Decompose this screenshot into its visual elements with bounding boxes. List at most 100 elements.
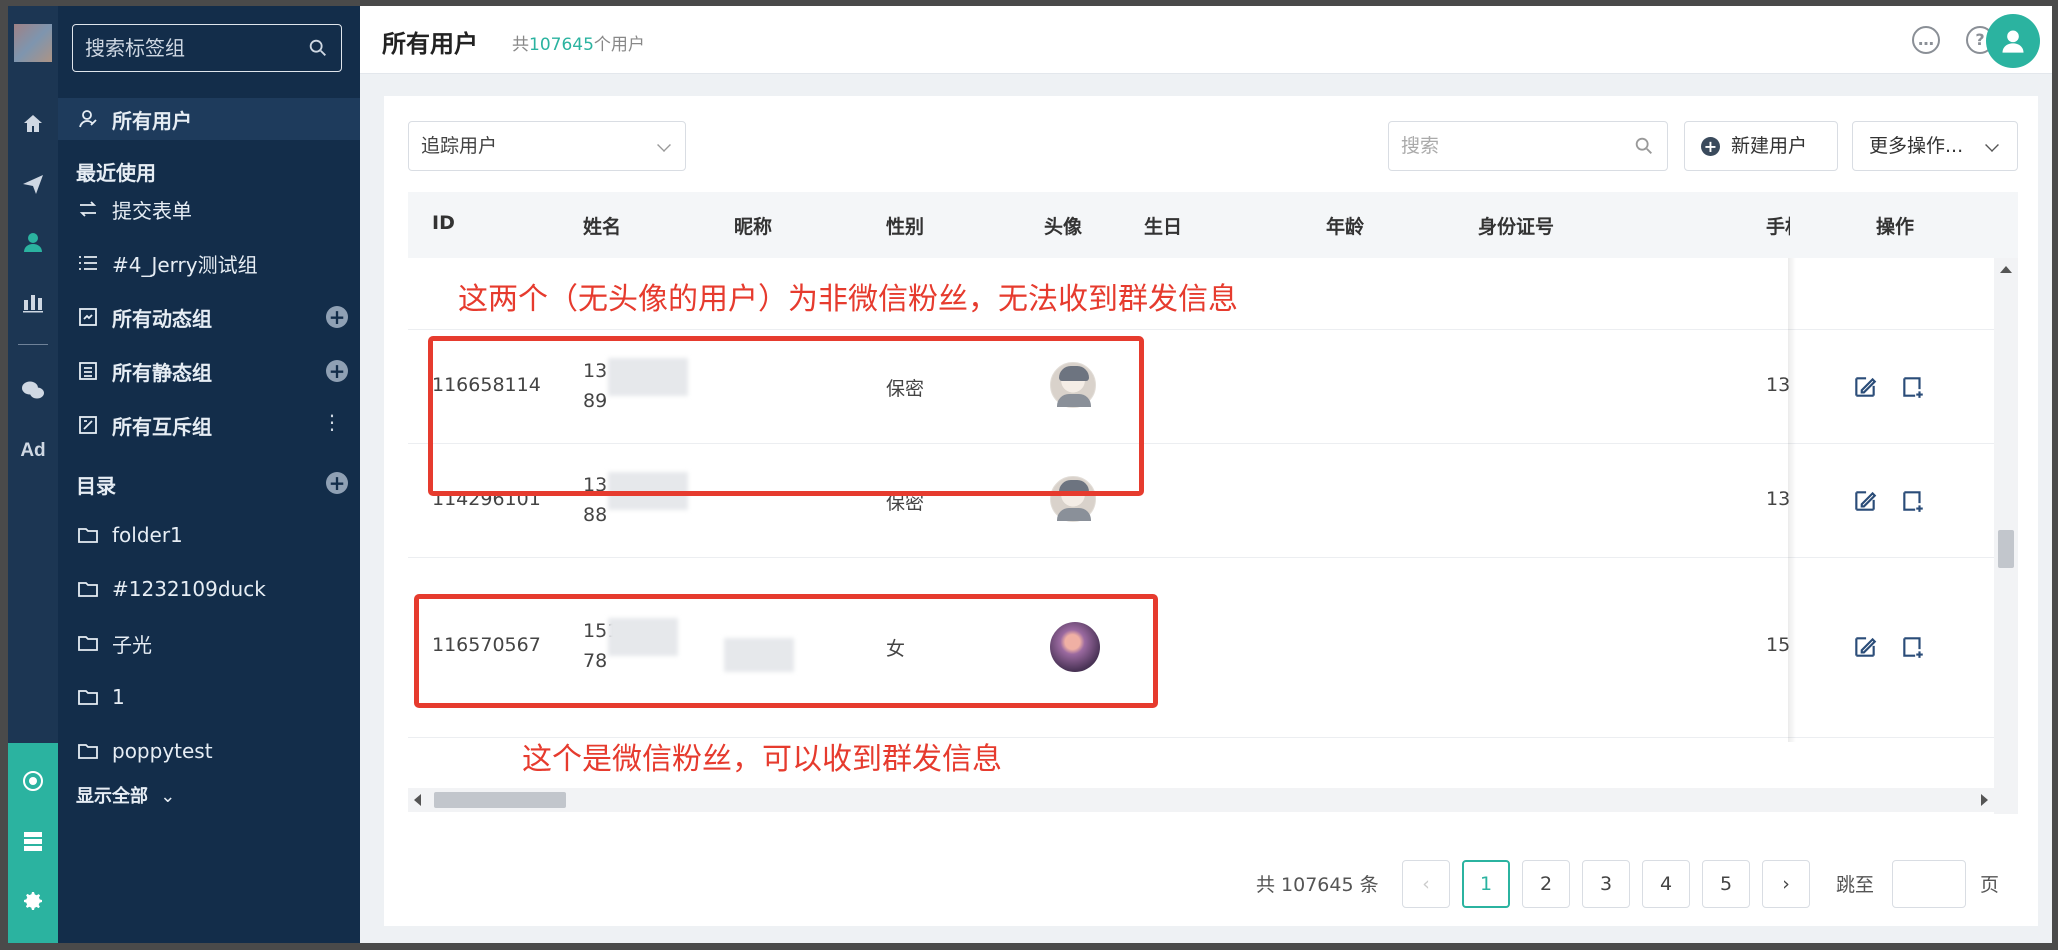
wechat-icon[interactable] bbox=[8, 370, 58, 410]
user-filter-select[interactable]: 追踪用户 bbox=[408, 121, 686, 171]
sidebar-item-all-users[interactable]: 所有用户 bbox=[58, 98, 360, 140]
scroll-thumb[interactable] bbox=[434, 792, 566, 808]
tag-group-search-input[interactable]: 搜索标签组 bbox=[72, 24, 342, 72]
edit-icon[interactable] bbox=[1852, 634, 1878, 660]
cell-name-line2: 88 bbox=[583, 504, 608, 526]
app-window: Ad 搜索标签组 所有用户 最近使用 提交表单 #4_Jerry测试组 所有动态… bbox=[8, 6, 2052, 943]
add-to-group-icon[interactable] bbox=[1900, 374, 1926, 400]
annotation-fan: 这个是微信粉丝，可以收到群发信息 bbox=[522, 742, 1002, 777]
more-actions-button[interactable]: 更多操作... bbox=[1852, 121, 2018, 171]
column-header-birthday[interactable]: 生日 bbox=[1144, 212, 1182, 239]
sidebar-item-label: #4_Jerry测试组 bbox=[112, 252, 258, 277]
column-header-gender[interactable]: 性别 bbox=[886, 212, 924, 239]
send-icon[interactable] bbox=[8, 164, 58, 204]
server-icon[interactable] bbox=[8, 821, 58, 861]
plus-circle-icon: + bbox=[1701, 137, 1720, 156]
sidebar-item-ziguang-folder[interactable]: 子光 bbox=[58, 622, 360, 664]
column-header-phone[interactable]: 手机 bbox=[1766, 212, 1790, 239]
page-button-5[interactable]: 5 bbox=[1702, 860, 1750, 908]
catalog-header: 目录 bbox=[76, 474, 116, 498]
column-header-avatar[interactable]: 头像 bbox=[1044, 212, 1082, 239]
add-dynamic-group-icon[interactable]: + bbox=[326, 306, 348, 328]
avatar[interactable] bbox=[1986, 14, 2040, 68]
column-header-nickname[interactable]: 昵称 bbox=[734, 212, 772, 239]
annotation-box-fan bbox=[414, 594, 1158, 708]
sidebar-item-folder-1[interactable]: 1 bbox=[58, 676, 360, 718]
select-value: 追踪用户 bbox=[421, 135, 498, 157]
column-header-age[interactable]: 年龄 bbox=[1326, 212, 1364, 239]
app-logo bbox=[14, 24, 52, 62]
user-avatar-icon bbox=[2002, 30, 2024, 53]
column-header-id-number[interactable]: 身份证号 bbox=[1478, 212, 1554, 239]
sidebar-item-submit-form[interactable]: 提交表单 bbox=[58, 188, 360, 230]
prev-page-button[interactable]: ‹ bbox=[1402, 860, 1450, 908]
chevron-down-icon: ⌄ bbox=[160, 786, 176, 807]
add-static-group-icon[interactable]: + bbox=[326, 360, 348, 382]
sidebar-item-label: 所有动态组 bbox=[112, 306, 212, 331]
search-input[interactable]: 搜索 bbox=[1388, 121, 1668, 171]
home-icon[interactable] bbox=[8, 104, 58, 144]
add-folder-icon[interactable]: + bbox=[326, 472, 348, 494]
page-button-2[interactable]: 2 bbox=[1522, 860, 1570, 908]
folder-icon bbox=[74, 575, 102, 603]
ad-icon[interactable]: Ad bbox=[8, 440, 58, 462]
scroll-left-icon[interactable] bbox=[414, 794, 421, 806]
page-suffix: 页 bbox=[1980, 874, 2000, 896]
column-header-id[interactable]: ID bbox=[432, 212, 455, 234]
fixed-column-divider bbox=[1788, 258, 1796, 742]
sidebar-item-label: 子光 bbox=[112, 632, 152, 657]
new-user-button[interactable]: + 新建用户 bbox=[1684, 121, 1838, 171]
sidebar-item-jerry-group[interactable]: #4_Jerry测试组 bbox=[58, 242, 360, 284]
column-header-name[interactable]: 姓名 bbox=[583, 212, 621, 239]
page-button-4[interactable]: 4 bbox=[1642, 860, 1690, 908]
edit-icon[interactable] bbox=[1852, 488, 1878, 514]
scroll-up-icon[interactable] bbox=[2000, 266, 2012, 273]
bar-chart-icon[interactable] bbox=[8, 282, 58, 322]
sidebar-item-label: 所有用户 bbox=[112, 108, 192, 133]
user-icon[interactable] bbox=[8, 222, 58, 262]
page-button-3[interactable]: 3 bbox=[1582, 860, 1630, 908]
sidebar-item-folder1[interactable]: folder1 bbox=[58, 514, 360, 556]
exclusive-group-icon bbox=[74, 411, 102, 439]
cell-phone: 132 bbox=[1766, 488, 1790, 510]
more-actions-label: 更多操作... bbox=[1869, 135, 1964, 157]
cell-phone: 132 bbox=[1766, 374, 1790, 396]
jump-page-input[interactable] bbox=[1892, 860, 1966, 908]
search-placeholder: 搜索标签组 bbox=[85, 36, 185, 60]
folder-icon bbox=[74, 629, 102, 657]
settings-gear-icon[interactable] bbox=[8, 881, 58, 921]
next-page-button[interactable]: › bbox=[1762, 860, 1810, 908]
main-panel: 追踪用户 搜索 + 新建用户 更多操作... ID 姓名 昵称 性别 头像 生日… bbox=[384, 96, 2038, 926]
count-number: 107645 bbox=[529, 35, 594, 55]
more-vertical-icon[interactable]: ⋮ bbox=[322, 410, 342, 434]
add-to-group-icon[interactable] bbox=[1900, 634, 1926, 660]
vertical-scrollbar[interactable] bbox=[1994, 258, 2018, 814]
user-outline-icon bbox=[74, 105, 102, 133]
column-header-actions: 操作 bbox=[1876, 216, 1915, 238]
sidebar-item-dynamic-groups[interactable]: 所有动态组 + bbox=[58, 296, 360, 338]
chat-icon[interactable]: … bbox=[1912, 26, 1940, 54]
rail-divider bbox=[18, 344, 48, 345]
annotation-non-fans: 这两个（无头像的用户）为非微信粉丝，无法收到群发信息 bbox=[458, 282, 1238, 317]
count-prefix: 共 bbox=[512, 35, 529, 55]
pagination-total: 共 107645 条 bbox=[1256, 874, 1379, 896]
sidebar-item-exclusive-groups[interactable]: 所有互斥组 ⋮ bbox=[58, 404, 360, 446]
sidebar-item-label: #1232109duck bbox=[112, 577, 266, 601]
dynamic-group-icon bbox=[74, 303, 102, 331]
hub-icon[interactable] bbox=[8, 761, 58, 801]
sidebar-item-static-groups[interactable]: 所有静态组 + bbox=[58, 350, 360, 392]
sidebar-item-poppytest[interactable]: poppytest bbox=[58, 730, 360, 772]
icon-rail: Ad bbox=[8, 6, 58, 943]
edit-icon[interactable] bbox=[1852, 374, 1878, 400]
user-count: 共107645个用户 bbox=[512, 30, 645, 55]
scroll-thumb[interactable] bbox=[1998, 530, 2014, 568]
recent-header: 最近使用 bbox=[76, 161, 156, 185]
show-all-link[interactable]: 显示全部 ⌄ bbox=[76, 782, 175, 808]
scroll-right-icon[interactable] bbox=[1981, 794, 1988, 806]
table-header: ID 姓名 昵称 性别 头像 生日 年龄 身份证号 手机 操作 bbox=[408, 192, 2018, 258]
horizontal-scrollbar[interactable] bbox=[408, 788, 1994, 812]
folder-icon bbox=[74, 521, 102, 549]
page-button-1[interactable]: 1 bbox=[1462, 860, 1510, 908]
sidebar-item-duck-folder[interactable]: #1232109duck bbox=[58, 568, 360, 610]
add-to-group-icon[interactable] bbox=[1900, 488, 1926, 514]
